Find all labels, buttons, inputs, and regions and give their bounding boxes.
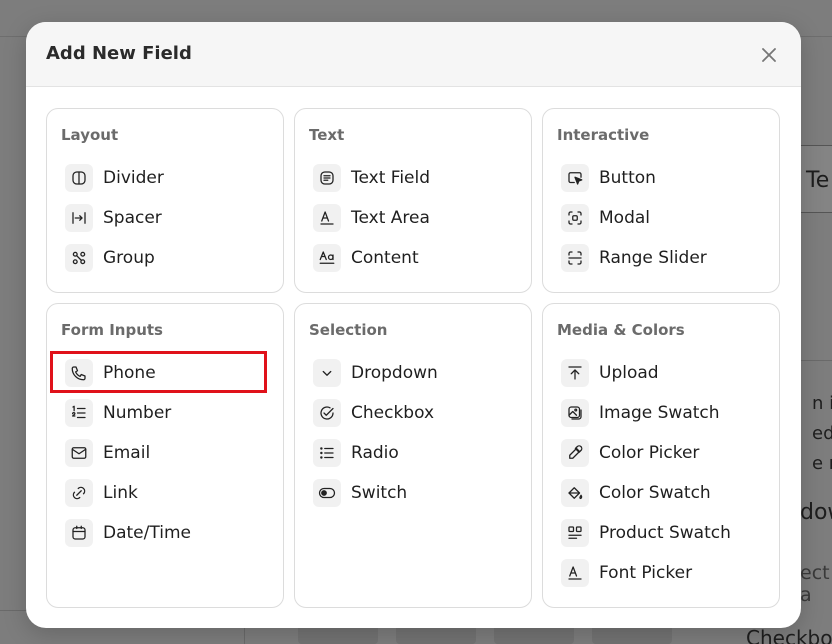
- field-option-label: Dropdown: [351, 363, 438, 383]
- field-option-color-swatch[interactable]: Color Swatch: [561, 477, 761, 509]
- close-icon: [762, 48, 776, 62]
- field-option-label: Font Picker: [599, 563, 693, 583]
- bg-paragraph-line: ed c: [812, 423, 832, 444]
- bg-paragraph-line: n ips: [812, 393, 832, 414]
- field-option-label: Image Swatch: [599, 403, 720, 423]
- field-option-label: Phone: [103, 363, 156, 383]
- paint-bucket-icon: [561, 479, 589, 507]
- section-media-colors: Media & Colors Upload Image Swatch Color…: [542, 303, 780, 608]
- field-option-label: Switch: [351, 483, 408, 503]
- group-icon: [65, 244, 93, 272]
- button-icon: [561, 164, 589, 192]
- field-option-label: Modal: [599, 208, 650, 228]
- field-option-label: Spacer: [103, 208, 162, 228]
- field-option-label: Text Area: [351, 208, 430, 228]
- bg-checkbox-label: Checkbo: [746, 626, 832, 644]
- section-title: Layout: [61, 126, 119, 144]
- link-icon: [65, 479, 93, 507]
- field-option-link[interactable]: Link: [65, 477, 265, 509]
- font-icon: [561, 559, 589, 587]
- image-swatch-icon: [561, 399, 589, 427]
- field-option-label: Range Slider: [599, 248, 707, 268]
- field-option-label: Content: [351, 248, 419, 268]
- field-option-radio[interactable]: Radio: [313, 437, 513, 469]
- eyedropper-icon: [561, 439, 589, 467]
- bg-panel-text: Te: [806, 168, 830, 193]
- section-title: Media & Colors: [557, 321, 685, 339]
- field-option-label: Radio: [351, 443, 399, 463]
- field-option-checkbox[interactable]: Checkbox: [313, 397, 513, 429]
- section-title: Form Inputs: [61, 321, 163, 339]
- field-option-label: Divider: [103, 168, 164, 188]
- field-option-label: Number: [103, 403, 172, 423]
- field-option-email[interactable]: Email: [65, 437, 265, 469]
- check-circle-icon: [313, 399, 341, 427]
- field-option-color-picker[interactable]: Color Picker: [561, 437, 761, 469]
- field-option-range-slider[interactable]: Range Slider: [561, 242, 761, 274]
- section-title: Selection: [309, 321, 388, 339]
- toggle-icon: [313, 479, 341, 507]
- section-title: Interactive: [557, 126, 650, 144]
- section-interactive: Interactive Button Modal Range Slider: [542, 108, 780, 293]
- number-list-icon: [65, 399, 93, 427]
- modal-header: Add New Field: [26, 22, 801, 87]
- field-option-label: Checkbox: [351, 403, 435, 423]
- add-field-modal: Add New Field Layout Divider Spacer Grou…: [26, 22, 801, 628]
- field-option-label: Product Swatch: [599, 523, 731, 543]
- text-area-icon: [313, 204, 341, 232]
- bg-divider: [800, 360, 832, 361]
- field-option-group[interactable]: Group: [65, 242, 265, 274]
- field-option-label: Button: [599, 168, 656, 188]
- section-form-inputs: Form Inputs Phone Number Email Link Date…: [46, 303, 284, 608]
- spacer-icon: [65, 204, 93, 232]
- product-swatch-icon: [561, 519, 589, 547]
- text-field-icon: [313, 164, 341, 192]
- field-option-label: Link: [103, 483, 138, 503]
- mail-icon: [65, 439, 93, 467]
- field-option-label: Group: [103, 248, 155, 268]
- field-option-text-area[interactable]: Text Area: [313, 202, 513, 234]
- divider-icon: [65, 164, 93, 192]
- field-option-number[interactable]: Number: [65, 397, 265, 429]
- bg-heading: dow: [800, 500, 832, 525]
- field-option-modal[interactable]: Modal: [561, 202, 761, 234]
- close-button[interactable]: [757, 43, 781, 67]
- field-option-divider[interactable]: Divider: [65, 162, 265, 194]
- bg-paragraph-line: e ma: [812, 453, 832, 474]
- section-layout: Layout Divider Spacer Group: [46, 108, 284, 293]
- field-option-phone[interactable]: Phone: [65, 357, 265, 389]
- list-icon: [313, 439, 341, 467]
- field-option-button[interactable]: Button: [561, 162, 761, 194]
- field-option-label: Upload: [599, 363, 659, 383]
- field-option-upload[interactable]: Upload: [561, 357, 761, 389]
- chevron-down-icon: [313, 359, 341, 387]
- calendar-icon: [65, 519, 93, 547]
- field-option-date-time[interactable]: Date/Time: [65, 517, 265, 549]
- section-selection: Selection Dropdown Checkbox Radio Switch: [294, 303, 532, 608]
- field-option-spacer[interactable]: Spacer: [65, 202, 265, 234]
- field-option-product-swatch[interactable]: Product Swatch: [561, 517, 761, 549]
- upload-icon: [561, 359, 589, 387]
- bg-select-placeholder: ect a: [800, 562, 830, 606]
- modal-title: Add New Field: [46, 43, 192, 64]
- modal-icon: [561, 204, 589, 232]
- field-option-label: Date/Time: [103, 523, 191, 543]
- field-option-label: Color Swatch: [599, 483, 711, 503]
- field-option-image-swatch[interactable]: Image Swatch: [561, 397, 761, 429]
- content-icon: [313, 244, 341, 272]
- field-option-content[interactable]: Content: [313, 242, 513, 274]
- field-option-switch[interactable]: Switch: [313, 477, 513, 509]
- field-option-label: Color Picker: [599, 443, 700, 463]
- section-text: Text Text Field Text Area Content: [294, 108, 532, 293]
- field-option-dropdown[interactable]: Dropdown: [313, 357, 513, 389]
- range-slider-icon: [561, 244, 589, 272]
- section-title: Text: [309, 126, 345, 144]
- field-option-font-picker[interactable]: Font Picker: [561, 557, 761, 589]
- field-option-label: Text Field: [351, 168, 431, 188]
- field-option-text-field[interactable]: Text Field: [313, 162, 513, 194]
- field-option-label: Email: [103, 443, 151, 463]
- phone-icon: [65, 359, 93, 387]
